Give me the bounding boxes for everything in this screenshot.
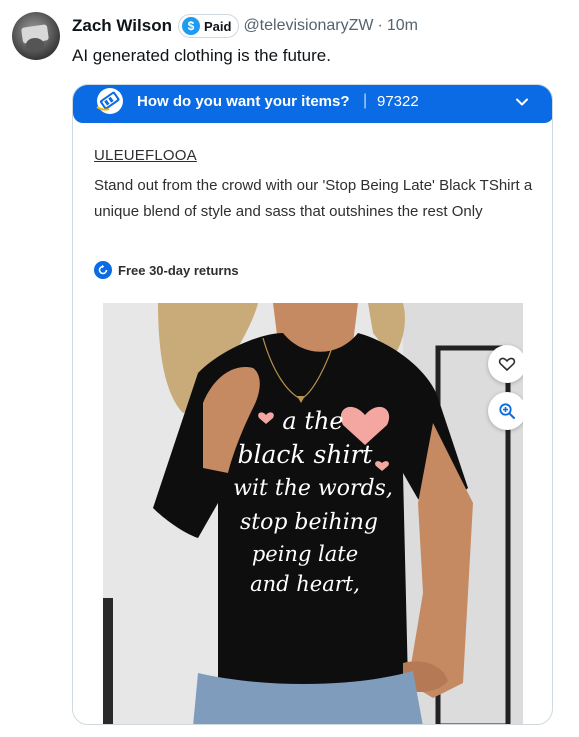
author-handle[interactable]: @televisionaryZW [243, 17, 373, 35]
delivery-question: How do you want your items? [137, 93, 350, 110]
shirt-text-line6: and heart, [250, 572, 360, 596]
paid-label: Paid [203, 18, 232, 34]
returns-label: Free 30-day returns [118, 262, 239, 278]
tweet-image[interactable]: How do you want your items? | 97322 ULEU… [72, 84, 553, 725]
dollar-icon: $ [181, 17, 200, 35]
shirt-text-line1: a the [282, 407, 343, 435]
favorite-button[interactable] [488, 345, 523, 383]
shirt-text-line5: peing late [252, 542, 358, 566]
timestamp[interactable]: 10m [387, 17, 418, 35]
returns-info: Free 30-day returns [94, 261, 239, 279]
tweet-text: AI generated clothing is the future. [72, 46, 331, 65]
tweet-header: Zach Wilson $ Paid @televisionaryZW · 10… [72, 14, 418, 38]
avatar[interactable] [12, 12, 60, 60]
delivery-banner[interactable]: How do you want your items? | 97322 [73, 85, 552, 123]
author-name[interactable]: Zach Wilson [72, 16, 172, 36]
chevron-down-icon[interactable] [514, 94, 530, 110]
heart-icon [498, 357, 516, 371]
zip-code: 97322 [377, 93, 419, 110]
separator-dot: · [377, 17, 383, 34]
product-photo[interactable]: a the black shirt wit the words, stop be… [103, 303, 523, 724]
paid-badge[interactable]: $ Paid [177, 14, 240, 38]
returns-icon [94, 261, 112, 279]
banner-separator: | [363, 92, 368, 109]
shirt-text-line3: wit the words, [233, 476, 393, 501]
product-description: Stand out from the crowd with our 'Stop … [94, 177, 533, 220]
zoom-button[interactable] [488, 392, 523, 430]
brand-link[interactable]: ULEUEFLOOA [94, 147, 197, 164]
shirt-text-line2: black shirt [238, 440, 374, 469]
zoom-in-icon [499, 403, 515, 419]
tshirt-illustration: a the black shirt wit the words, stop be… [103, 303, 523, 724]
cart-icon [96, 88, 123, 114]
shirt-text-line4: stop beihing [240, 510, 378, 535]
